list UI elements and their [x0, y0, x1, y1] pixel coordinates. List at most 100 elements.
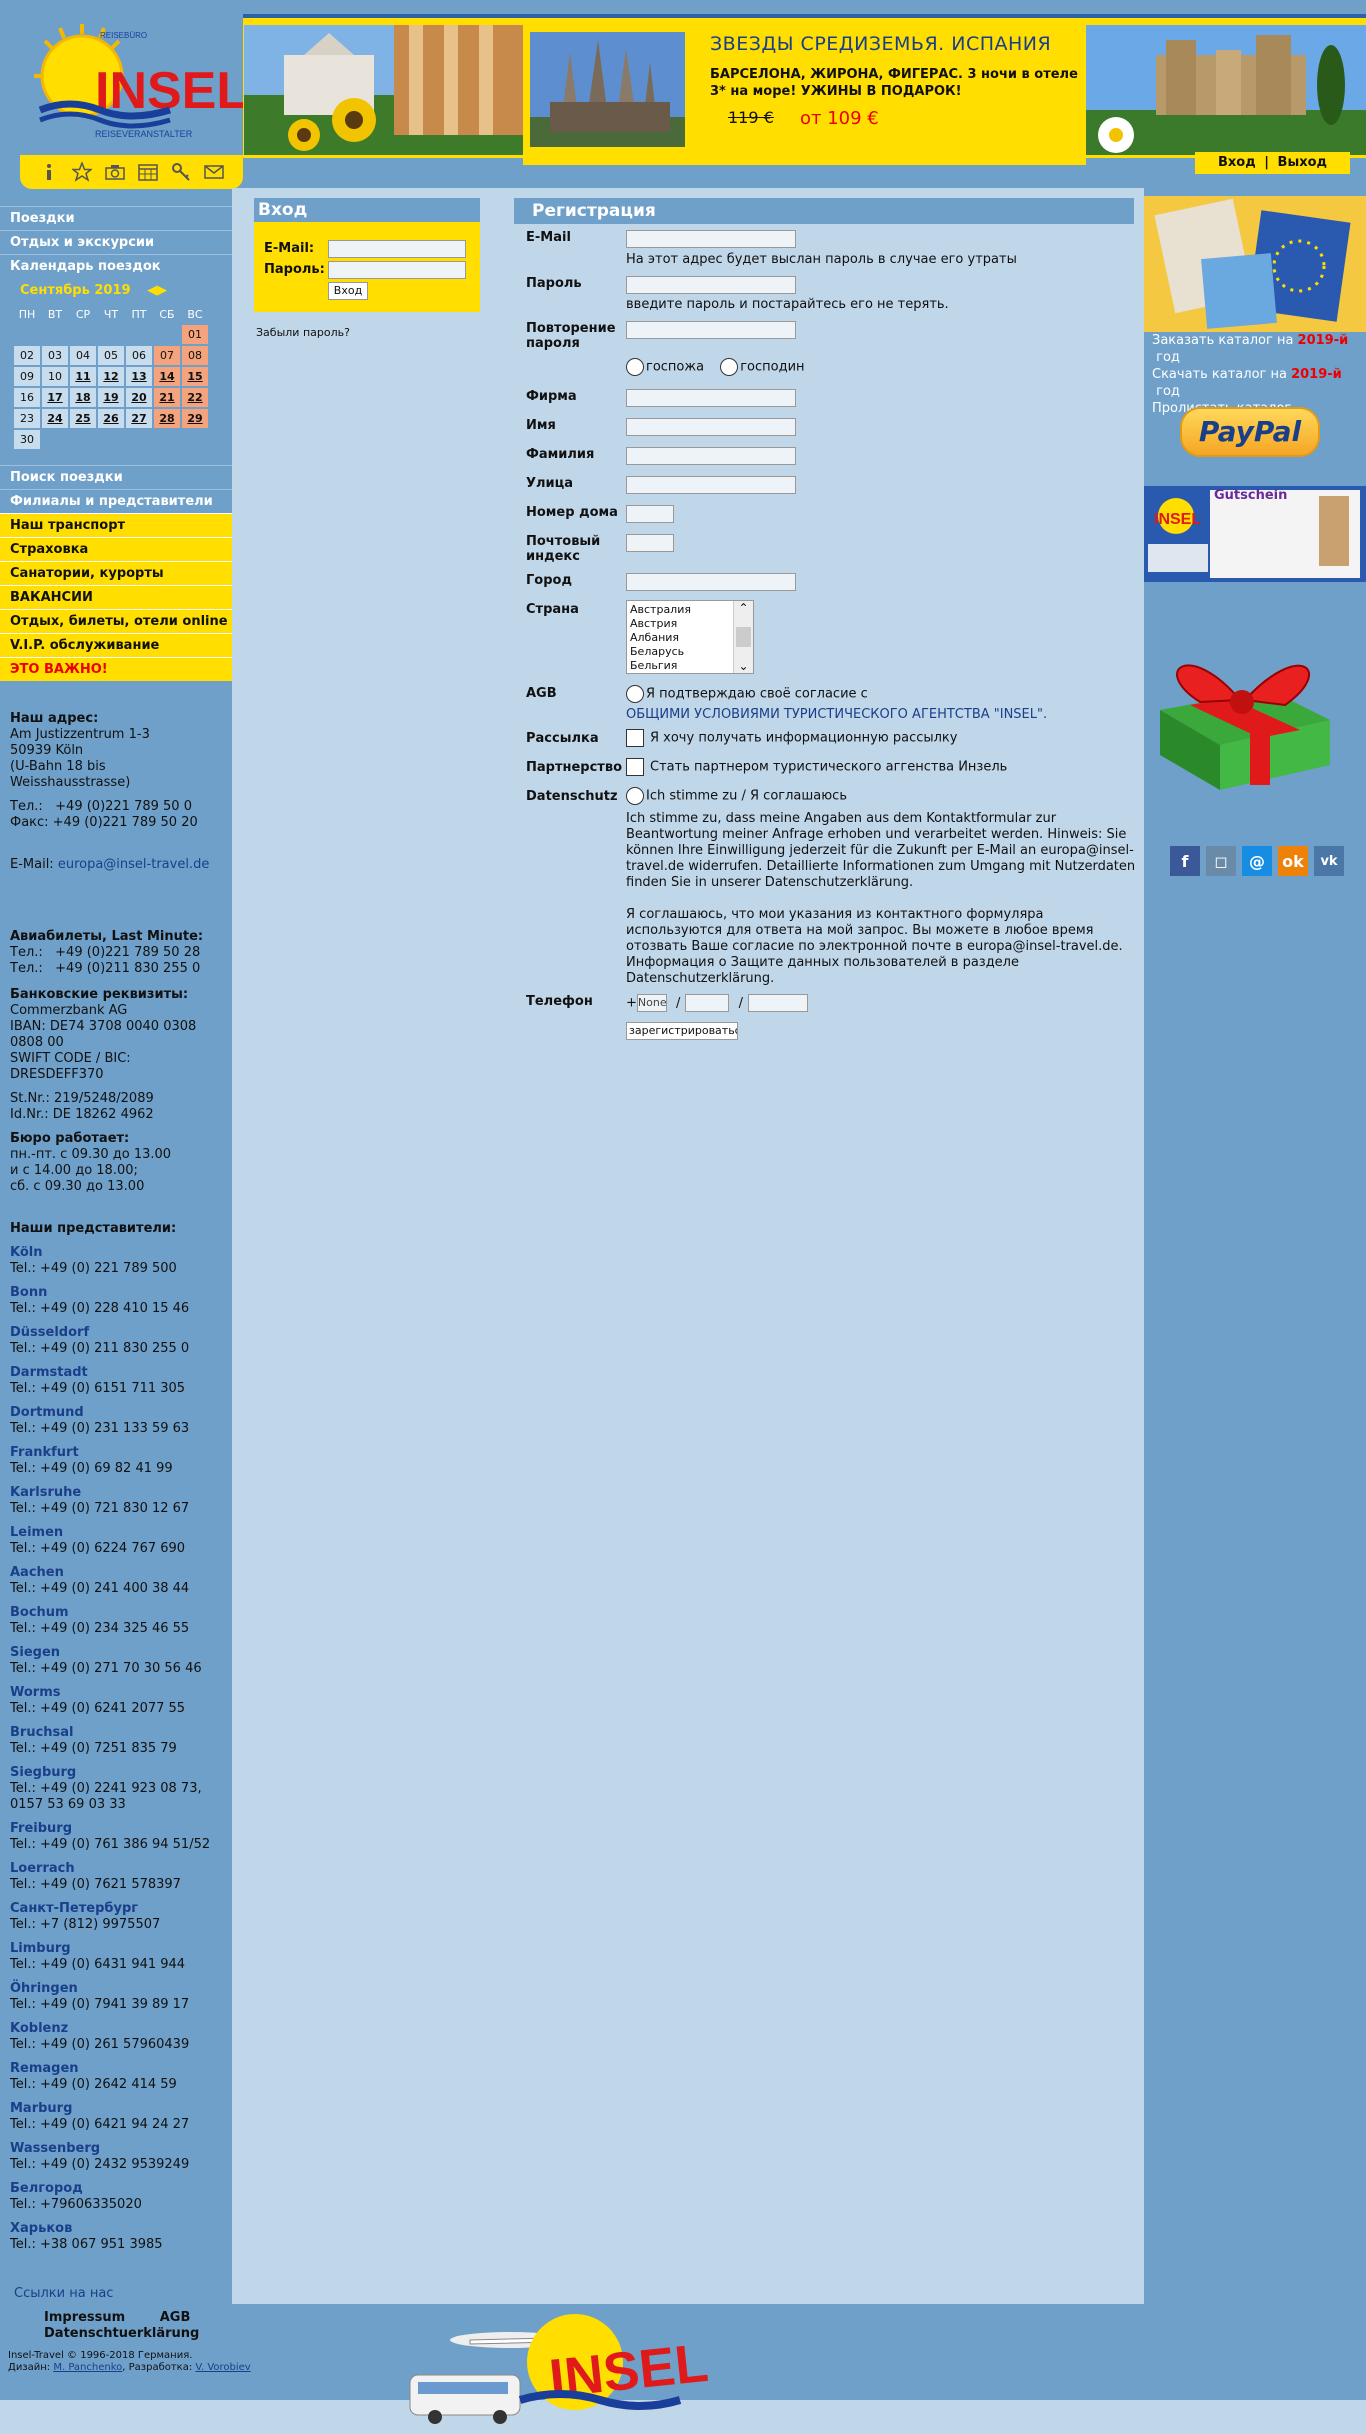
login-button[interactable]: Вход — [328, 282, 368, 300]
calendar-day-link[interactable]: 12 — [98, 367, 124, 386]
rep-city-link[interactable]: Санкт-Петербург — [10, 1901, 222, 1917]
paypal-button[interactable]: PayPal — [1180, 407, 1320, 457]
reg-firm-input[interactable] — [626, 389, 796, 407]
calendar-day-link[interactable]: 15 — [182, 367, 208, 386]
country-option[interactable]: Беларусь — [630, 645, 750, 659]
vk-icon[interactable]: vk — [1314, 846, 1344, 876]
calendar-day-link[interactable]: 29 — [182, 409, 208, 428]
nav-excursions[interactable]: Отдых и экскурсии — [0, 230, 232, 254]
catalog-image[interactable] — [1144, 196, 1366, 332]
nav-transport[interactable]: Наш транспорт — [0, 513, 232, 537]
reg-street-input[interactable] — [626, 476, 796, 494]
calendar-next-icon[interactable]: ▶ — [157, 283, 167, 298]
calendar-day-link[interactable]: 20 — [126, 388, 152, 407]
partner-checkbox[interactable] — [626, 758, 644, 776]
login-link[interactable]: Вход — [1218, 155, 1256, 170]
newsletter-checkbox[interactable] — [626, 729, 644, 747]
chevron-up-icon[interactable]: ⌃ — [734, 601, 753, 615]
rep-city-link[interactable]: Remagen — [10, 2061, 222, 2077]
facebook-icon[interactable]: f — [1170, 846, 1200, 876]
impressum-link[interactable]: Impressum — [44, 2310, 125, 2325]
calendar-icon[interactable] — [137, 161, 159, 183]
nav-insurance[interactable]: Страховка — [0, 537, 232, 561]
reg-city-input[interactable] — [626, 573, 796, 591]
nav-vip[interactable]: V.I.P. обслуживание — [0, 633, 232, 657]
agb-footer-link[interactable]: AGB — [160, 2310, 191, 2325]
gift-voucher-banner[interactable]: INSEL Gutschein — [1144, 486, 1366, 582]
camera-icon[interactable] — [104, 161, 126, 183]
reg-house-input[interactable] — [626, 505, 674, 523]
rep-city-link[interactable]: Bochum — [10, 1605, 222, 1621]
rep-city-link[interactable]: Wassenberg — [10, 2141, 222, 2157]
rep-city-link[interactable]: Karlsruhe — [10, 1485, 222, 1501]
calendar-day-link[interactable]: 17 — [42, 388, 68, 407]
calendar-day-link[interactable]: 21 — [154, 388, 180, 407]
nav-trips[interactable]: Поездки — [0, 206, 232, 230]
rep-city-link[interactable]: Siegburg — [10, 1765, 222, 1781]
rep-city-link[interactable]: Leimen — [10, 1525, 222, 1541]
rep-city-link[interactable]: Aachen — [10, 1565, 222, 1581]
gift-image[interactable] — [1150, 630, 1335, 795]
rep-city-link[interactable]: Darmstadt — [10, 1365, 222, 1381]
odnoklassniki-icon[interactable]: ok — [1278, 846, 1308, 876]
country-scrollbar[interactable]: ⌃ ⌄ — [733, 601, 753, 673]
nav-branches[interactable]: Филиалы и представители — [0, 489, 232, 513]
rep-city-link[interactable]: Bruchsal — [10, 1725, 222, 1741]
mail-icon[interactable] — [203, 161, 225, 183]
promo-title[interactable]: ЗВЕЗДЫ СРЕДИЗЕМЬЯ. ИСПАНИЯ — [710, 33, 1051, 55]
gender-mr-radio[interactable] — [720, 358, 739, 376]
calendar-day-link[interactable]: 27 — [126, 409, 152, 428]
nav-trip-search[interactable]: Поиск поездки — [0, 465, 232, 489]
reg-password-input[interactable] — [626, 276, 796, 294]
calendar-day-link[interactable]: 11 — [70, 367, 96, 386]
country-option[interactable]: Австрия — [630, 617, 750, 631]
agb-link[interactable]: ОБЩИМИ УСЛОВИЯМИ ТУРИСТИЧЕСКОГО АГЕНТСТВ… — [626, 707, 1047, 723]
links-to-us[interactable]: Ссылки на нас — [14, 2286, 113, 2301]
rep-city-link[interactable]: Bonn — [10, 1285, 222, 1301]
calendar-day-link[interactable]: 14 — [154, 367, 180, 386]
calendar-day-link[interactable]: 24 — [42, 409, 68, 428]
rep-city-link[interactable]: Marburg — [10, 2101, 222, 2117]
nav-important[interactable]: ЭТО ВАЖНО! — [0, 657, 232, 681]
login-email-input[interactable] — [328, 240, 466, 258]
download-catalog-link[interactable]: Скачать каталог на 2019-й год — [1152, 366, 1366, 400]
calendar-prev-icon[interactable]: ◀ — [147, 283, 157, 298]
rep-city-link[interactable]: Koblenz — [10, 2021, 222, 2037]
logout-link[interactable]: Выход — [1278, 155, 1327, 170]
nav-sanatoriums[interactable]: Санатории, курорты — [0, 561, 232, 585]
rep-city-link[interactable]: Öhringen — [10, 1981, 222, 1997]
rep-city-link[interactable]: Dortmund — [10, 1405, 222, 1421]
calendar-day-link[interactable]: 13 — [126, 367, 152, 386]
rep-city-link[interactable]: Freiburg — [10, 1821, 222, 1837]
star-icon[interactable] — [71, 161, 93, 183]
order-catalog-link[interactable]: Заказать каталог на 2019-й год — [1152, 332, 1366, 366]
nav-online-booking[interactable]: Отдых, билеты, отели online — [0, 609, 232, 633]
calendar-day-link[interactable]: 28 — [154, 409, 180, 428]
rep-city-link[interactable]: Limburg — [10, 1941, 222, 1957]
forgot-password-link[interactable]: Забыли пароль? — [256, 326, 350, 339]
rep-city-link[interactable]: Köln — [10, 1245, 222, 1261]
reg-email-input[interactable] — [626, 230, 796, 248]
designer-link[interactable]: M. Panchenko — [53, 2362, 122, 2373]
phone-number-input[interactable] — [747, 994, 808, 1012]
info-icon[interactable] — [38, 161, 60, 183]
privacy-radio[interactable] — [626, 787, 644, 805]
country-option[interactable]: Австралия — [630, 603, 750, 617]
country-select[interactable]: Австралия Австрия Албания Беларусь Бельг… — [626, 600, 754, 674]
key-icon[interactable] — [170, 161, 192, 183]
rep-city-link[interactable]: Worms — [10, 1685, 222, 1701]
calendar-day-link[interactable]: 26 — [98, 409, 124, 428]
reg-surname-input[interactable] — [626, 447, 796, 465]
phone-country-code-input[interactable]: None — [636, 994, 667, 1012]
rep-city-link[interactable]: Siegen — [10, 1645, 222, 1661]
register-button[interactable]: зарегистрироваться — [626, 1022, 738, 1040]
email-link[interactable]: europa@insel-travel.de — [58, 857, 210, 872]
nav-trip-calendar[interactable]: Календарь поездок — [0, 254, 232, 278]
nav-vacancies[interactable]: ВАКАНСИИ — [0, 585, 232, 609]
rep-city-link[interactable]: Харьков — [10, 2221, 222, 2237]
logo[interactable]: INSEL REISEBÜRO REISEVERANSTALTER — [0, 6, 243, 154]
calendar-day-link[interactable]: 25 — [70, 409, 96, 428]
chevron-down-icon[interactable]: ⌄ — [734, 659, 753, 673]
reg-zip-input[interactable] — [626, 534, 674, 552]
gender-ms-radio[interactable] — [626, 358, 644, 376]
